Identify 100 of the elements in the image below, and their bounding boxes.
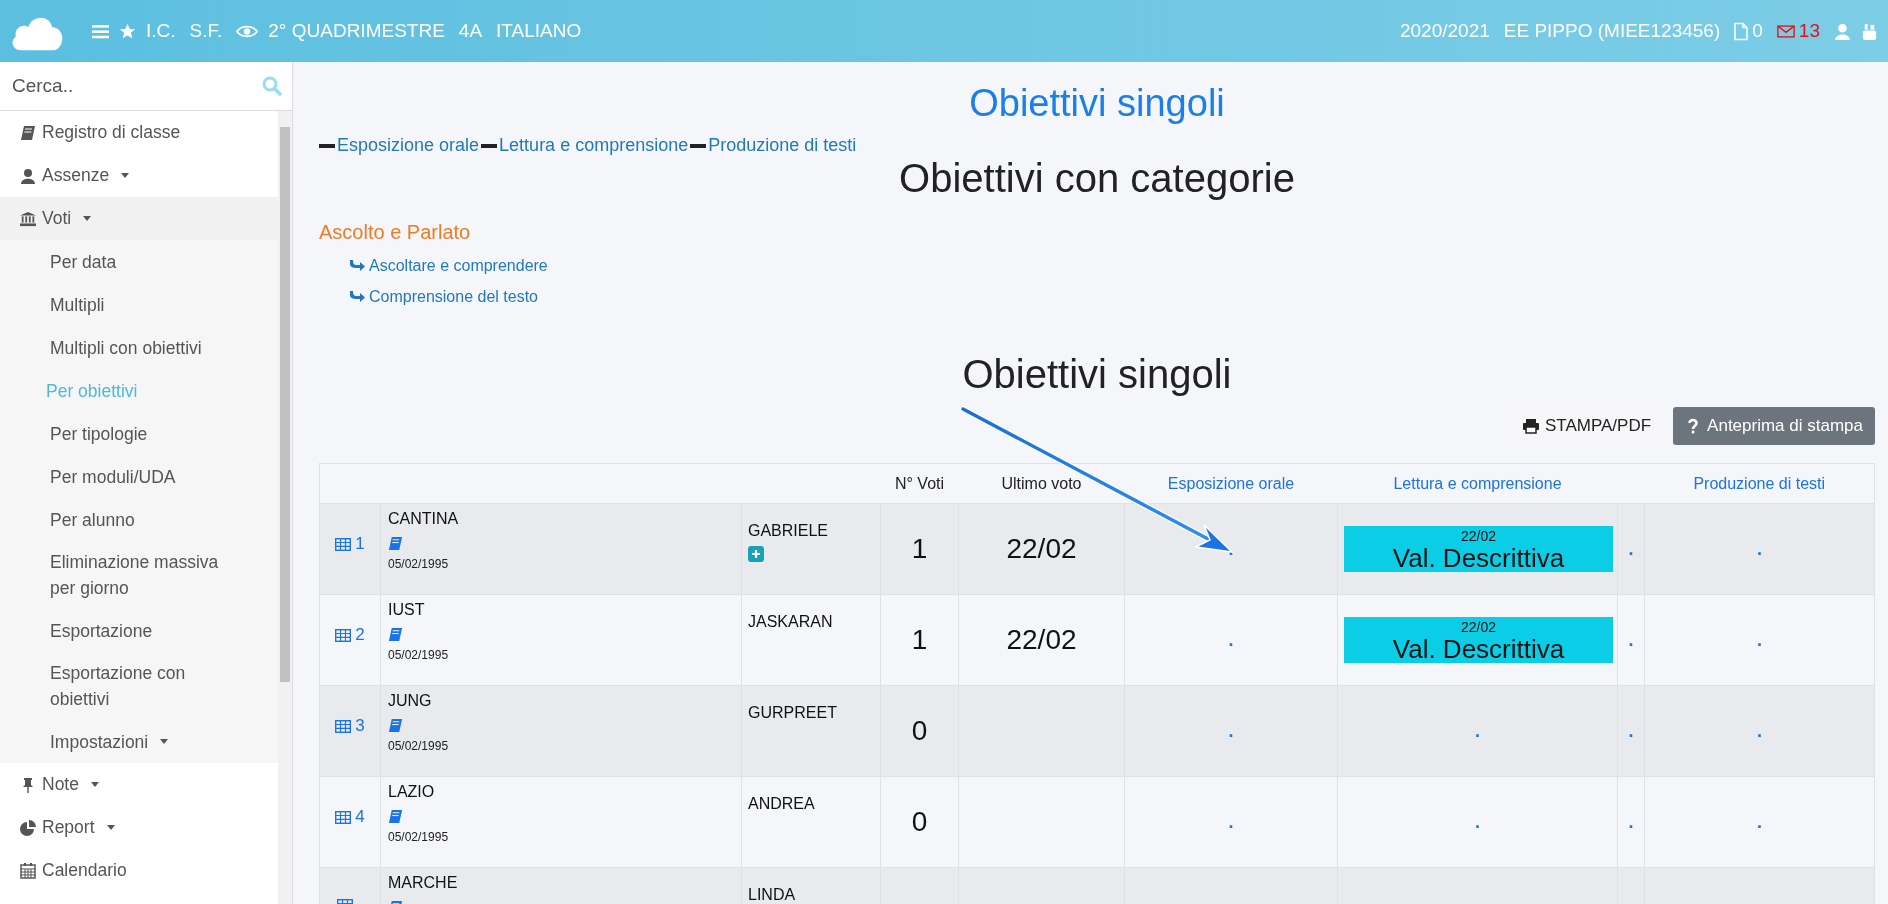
add-grade-link[interactable]: . <box>1628 538 1634 559</box>
last-grade-date: 22/02 <box>1006 624 1077 655</box>
submenu-item[interactable]: Eliminazione massiva per giorno <box>0 541 278 609</box>
page-title: Obiettivi singoli <box>968 82 1226 125</box>
add-grade-link[interactable]: . <box>1757 629 1762 650</box>
menu-item[interactable]: Calendario <box>0 849 278 892</box>
section-heading: Obiettivi singoli <box>961 352 1233 397</box>
table-icon <box>335 537 352 551</box>
menu-item[interactable]: Report <box>0 806 278 849</box>
menu-item[interactable]: Registro di classe <box>0 111 278 154</box>
row-index-link[interactable]: 4 <box>335 807 365 827</box>
add-grade-link[interactable]: . <box>1628 629 1634 650</box>
add-grade-link[interactable]: . <box>1757 720 1762 741</box>
submenu-item[interactable]: Multipli <box>0 283 278 326</box>
column-header[interactable]: Esposizione orale <box>1167 474 1295 492</box>
period-label: 2° QUADRIMESTRE <box>268 20 445 42</box>
star-icon[interactable] <box>119 22 136 40</box>
last-grade-date: 22/02 <box>1006 533 1077 564</box>
print-preview-button[interactable]: Anteprima di stampa <box>1673 407 1875 445</box>
printer-icon <box>1523 418 1539 434</box>
grade-date: 22/02 <box>1459 528 1497 544</box>
calendar-icon <box>20 862 36 879</box>
school-label: S.F. <box>189 20 223 42</box>
dash-icon <box>319 143 335 148</box>
submenu-item[interactable]: Per alunno <box>0 498 278 541</box>
add-icon[interactable] <box>748 546 764 562</box>
submenu-item[interactable]: Per tipologie <box>0 412 278 455</box>
book-icon[interactable] <box>388 809 403 824</box>
grade-block[interactable]: 22/02 Val. Descrittiva <box>1344 617 1613 663</box>
book-icon[interactable] <box>388 627 403 642</box>
submenu-item[interactable]: Per data <box>0 240 278 283</box>
menu-item[interactable]: Note <box>0 763 278 806</box>
envelope-icon[interactable] <box>1776 22 1795 40</box>
add-grade-link[interactable]: . <box>1757 538 1762 559</box>
row-index-link[interactable]: 2 <box>335 625 365 645</box>
grade-count: 1 <box>911 533 928 564</box>
submenu-item[interactable]: Multipli con obiettivi <box>0 326 278 369</box>
grade-block[interactable]: 22/02 Val. Descrittiva <box>1344 526 1613 572</box>
birth-date: 05/02/1995 <box>388 648 450 662</box>
scrollbar[interactable] <box>278 111 292 904</box>
table-icon <box>335 628 352 642</box>
section-heading: Obiettivi con categorie <box>898 156 1296 201</box>
grade-value: Val. Descrittiva <box>1391 635 1566 663</box>
surname: CANTINA <box>388 510 460 528</box>
grade-date: 22/02 <box>1459 619 1497 635</box>
bank-icon <box>20 210 36 227</box>
objective-link[interactable]: Ascoltare e comprendere <box>369 256 548 275</box>
submenu-item[interactable]: Esportazione <box>0 609 278 652</box>
add-grade-link[interactable]: . <box>1628 811 1634 832</box>
scrollbar-thumb[interactable] <box>280 127 290 682</box>
surname: JUNG <box>388 692 433 710</box>
school-year: 2020/2021 <box>1399 20 1490 42</box>
objective-link[interactable]: Lettura e comprensione <box>499 135 689 156</box>
submenu-item[interactable]: Per moduli/UDA <box>0 455 278 498</box>
document-icon[interactable] <box>1734 21 1749 41</box>
add-grade-link[interactable]: . <box>1475 720 1480 741</box>
first-name: ANDREA <box>748 795 816 813</box>
surname: LAZIO <box>388 783 436 801</box>
caret-icon <box>106 825 115 830</box>
search-field[interactable]: Cerca.. <box>10 74 262 98</box>
row-index-link[interactable]: 1 <box>335 534 365 554</box>
message-count: 13 <box>1798 20 1820 42</box>
user-icon <box>20 167 36 184</box>
user-icon[interactable] <box>1834 22 1851 40</box>
menu-item[interactable]: Assenze <box>0 154 278 197</box>
menu-item[interactable]: Voti <box>0 197 278 240</box>
column-header: N° Voti <box>894 474 945 492</box>
search-icon[interactable] <box>262 76 282 96</box>
objective-link[interactable]: Produzione di testi <box>708 135 857 156</box>
caret-icon <box>121 173 130 178</box>
birth-date: 05/02/1995 <box>388 739 450 753</box>
column-header[interactable]: Lettura e comprensione <box>1393 474 1562 492</box>
objective-link[interactable]: Esposizione orale <box>337 135 480 156</box>
grade-count: 0 <box>911 806 928 837</box>
add-grade-link[interactable]: . <box>1228 811 1234 832</box>
book-icon[interactable] <box>388 536 403 551</box>
objective-link[interactable]: Comprensione del testo <box>369 287 538 306</box>
class-label: 4A <box>458 20 483 42</box>
grade-value: Val. Descrittiva <box>1391 544 1566 572</box>
add-grade-link[interactable]: . <box>1228 629 1234 650</box>
menu-icon[interactable] <box>92 22 109 40</box>
add-grade-link[interactable]: . <box>1228 538 1234 559</box>
add-grade-link[interactable]: . <box>1475 811 1480 832</box>
column-header[interactable]: Produzione di testi <box>1693 474 1826 492</box>
surname: MARCHE <box>388 874 459 892</box>
category-title: Ascolto e Parlato <box>319 221 472 244</box>
column-header: Ultimo voto <box>1001 474 1082 492</box>
submenu-item[interactable]: Esportazione con obiettivi <box>0 652 278 720</box>
submenu-item[interactable]: Impostazioni <box>0 720 278 763</box>
birth-date: 05/02/1995 <box>388 557 450 571</box>
first-name: GURPREET <box>748 704 838 722</box>
grade-count: 1 <box>911 624 928 655</box>
curved-arrow-icon <box>349 259 365 272</box>
book-icon[interactable] <box>388 718 403 733</box>
add-grade-link[interactable]: . <box>1228 720 1234 741</box>
curved-arrow-icon <box>349 290 365 303</box>
add-grade-link[interactable]: . <box>1757 811 1762 832</box>
row-index-link[interactable]: 3 <box>335 716 365 736</box>
add-grade-link[interactable]: . <box>1628 720 1634 741</box>
document-count: 0 <box>1752 20 1763 42</box>
